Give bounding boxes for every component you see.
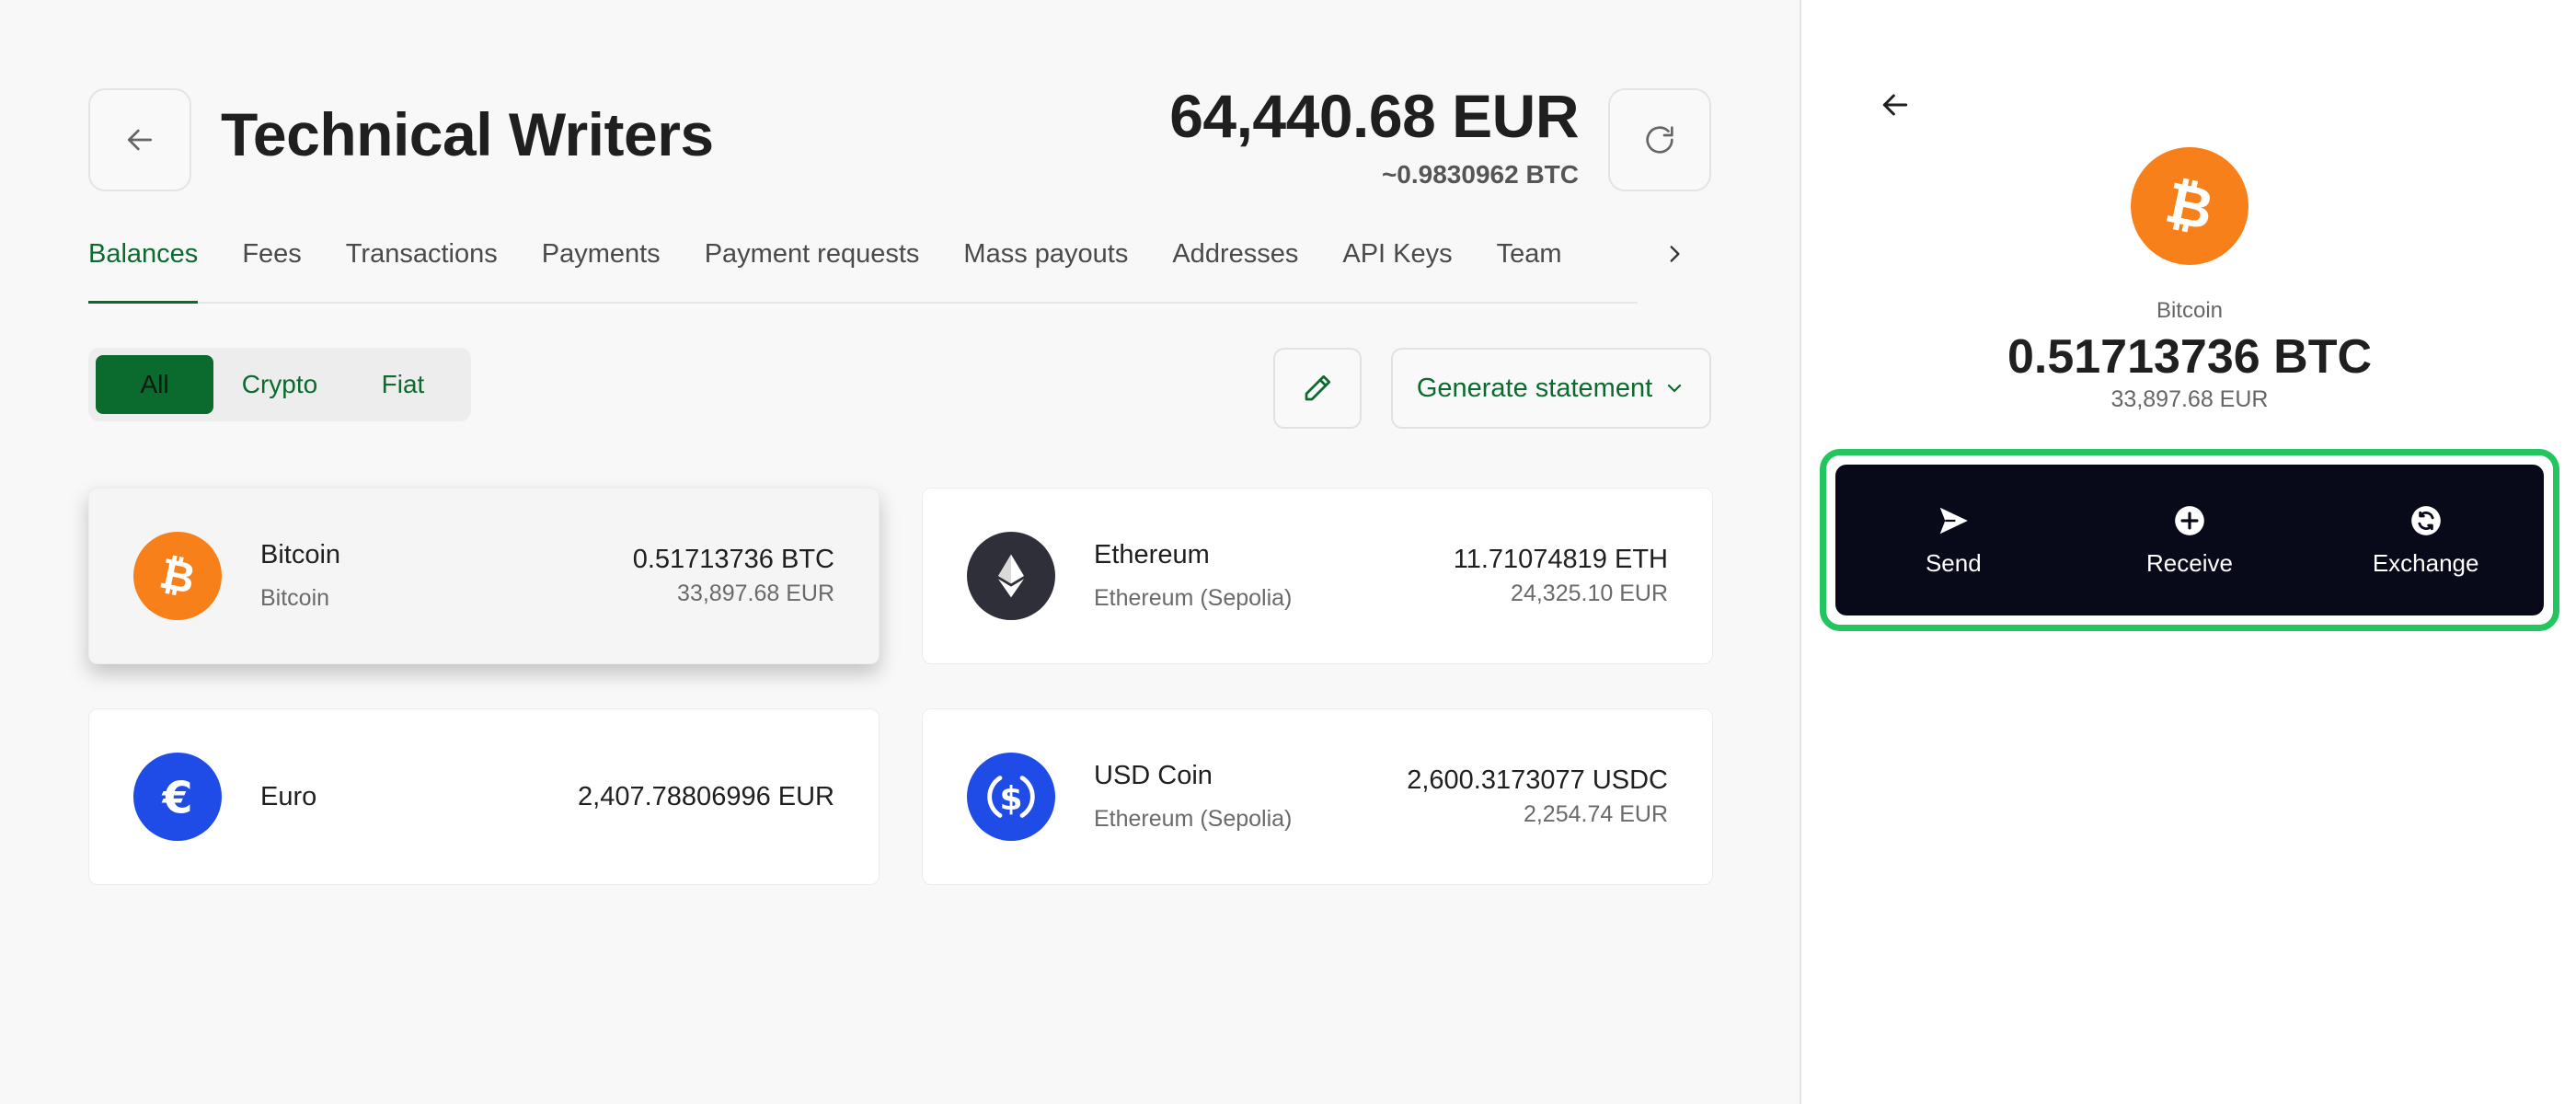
- tab-mass-payouts[interactable]: Mass payouts: [963, 236, 1128, 304]
- action-bar: Send Receive Exchange: [1835, 465, 2544, 615]
- asset-detail-panel: ₿ Bitcoin 0.51713736 BTC 33,897.68 EUR S…: [1800, 0, 2576, 1104]
- back-button[interactable]: [88, 88, 191, 191]
- tab-bar: Balances Fees Transactions Payments Paym…: [88, 236, 1638, 304]
- balance-card-bitcoin[interactable]: ₿ Bitcoin Bitcoin 0.51713736 BTC 33,897.…: [88, 488, 880, 664]
- ethereum-glyph-icon: [998, 554, 1024, 598]
- balance-card-network: Ethereum (Sepolia): [1094, 806, 1293, 832]
- balance-card-name-block: Bitcoin Bitcoin: [260, 540, 633, 612]
- exchange-button[interactable]: Exchange: [2325, 485, 2527, 595]
- tab-fees[interactable]: Fees: [242, 236, 301, 304]
- tab-payments[interactable]: Payments: [542, 236, 661, 304]
- chevron-down-icon: [1668, 384, 1682, 393]
- filter-fiat[interactable]: Fiat: [346, 355, 460, 414]
- bitcoin-glyph-icon: ₿: [2160, 170, 2219, 242]
- tabs-scroll-right-button[interactable]: [1656, 236, 1693, 272]
- balance-card-fiat: 24,325.10 EUR: [1511, 581, 1668, 606]
- asset-filter: All Crypto Fiat: [88, 348, 471, 421]
- balance-card-name: Euro: [260, 781, 317, 811]
- balance-card-name-block: USD Coin Ethereum (Sepolia): [1094, 761, 1407, 833]
- balance-card-amount-block: 11.71074819 ETH 24,325.10 EUR: [1454, 545, 1668, 607]
- panel-asset-name: Bitcoin: [2156, 298, 2224, 323]
- balance-card-usd-coin[interactable]: $ USD Coin Ethereum (Sepolia) 2,600.3173…: [922, 708, 1713, 885]
- balance-card-amount: 2,600.3173077 USDC: [1407, 765, 1668, 795]
- svg-text:₿: ₿: [155, 549, 200, 603]
- panel-asset-fiat: 33,897.68 EUR: [2110, 386, 2269, 412]
- pencil-icon: [1305, 374, 1331, 401]
- bitcoin-icon: ₿: [133, 532, 222, 620]
- refresh-button[interactable]: [1608, 88, 1711, 191]
- generate-statement-button[interactable]: Generate statement: [1391, 348, 1711, 429]
- balance-card-amount-block: 2,407.78806996 EUR: [578, 782, 834, 812]
- svg-text:₿: ₿: [2160, 170, 2219, 242]
- bitcoin-icon: ₿: [2131, 147, 2248, 265]
- total-balance: 64,440.68 EUR ~0.9830962 BTC: [1169, 81, 1579, 190]
- tab-balances[interactable]: Balances: [88, 236, 199, 304]
- panel-back-button[interactable]: [1869, 79, 1921, 131]
- euro-glyph-icon: €: [161, 774, 192, 824]
- send-label: Send: [1925, 548, 1982, 577]
- balance-card-amount-block: 0.51713736 BTC 33,897.68 EUR: [633, 545, 834, 607]
- arrow-left-icon: [128, 129, 152, 151]
- filter-crypto[interactable]: Crypto: [213, 355, 346, 414]
- balance-card-fiat: 33,897.68 EUR: [677, 581, 834, 606]
- balance-card-network: Bitcoin: [260, 585, 330, 611]
- balance-card-fiat: 2,254.74 EUR: [1523, 801, 1668, 827]
- balance-card-amount: 0.51713736 BTC: [632, 545, 834, 574]
- send-button[interactable]: Send: [1852, 485, 2054, 595]
- exchange-icon: [2410, 505, 2441, 535]
- tab-api-keys[interactable]: API Keys: [1342, 236, 1452, 304]
- balance-card-ethereum[interactable]: Ethereum Ethereum (Sepolia) 11.71074819 …: [922, 488, 1713, 664]
- bitcoin-glyph-icon: ₿: [155, 549, 200, 603]
- send-icon: [1940, 507, 1969, 534]
- tab-addresses[interactable]: Addresses: [1172, 236, 1298, 304]
- balance-card-network: Ethereum (Sepolia): [1094, 585, 1293, 611]
- main-content: Technical Writers 64,440.68 EUR ~0.98309…: [0, 0, 1800, 1104]
- page-title: Technical Writers: [221, 100, 714, 168]
- refresh-icon: [1646, 126, 1673, 154]
- balance-card-amount: 2,407.78806996 EUR: [578, 781, 834, 811]
- svg-text:$: $: [999, 780, 1022, 818]
- receive-button[interactable]: Receive: [2088, 485, 2291, 595]
- generate-statement-label: Generate statement: [1416, 373, 1653, 403]
- usdc-icon: $: [967, 753, 1055, 841]
- usdc-glyph-icon: $: [987, 776, 1035, 818]
- total-amount: 64,440.68 EUR: [1169, 82, 1579, 150]
- arrow-left-icon: [1882, 94, 1908, 116]
- ethereum-icon: [967, 532, 1055, 620]
- balance-card-name: Bitcoin: [260, 540, 341, 569]
- chevron-right-icon: [1670, 246, 1680, 262]
- total-btc: ~0.9830962 BTC: [1381, 160, 1579, 189]
- svg-text:€: €: [161, 774, 192, 824]
- panel-asset-amount: 0.51713736 BTC: [2007, 330, 2373, 384]
- balance-card-name-block: Euro: [260, 782, 578, 812]
- balance-card-name: USD Coin: [1094, 761, 1213, 790]
- tab-transactions[interactable]: Transactions: [346, 236, 498, 304]
- balance-card-euro[interactable]: € Euro 2,407.78806996 EUR: [88, 708, 880, 885]
- balance-card-name-block: Ethereum Ethereum (Sepolia): [1094, 540, 1454, 612]
- balance-card-amount: 11.71074819 ETH: [1453, 545, 1668, 574]
- filter-all[interactable]: All: [96, 355, 213, 414]
- balance-card-amount-block: 2,600.3173077 USDC 2,254.74 EUR: [1407, 765, 1668, 828]
- action-bar-highlight: Send Receive Exchange: [1820, 449, 2559, 631]
- exchange-label: Exchange: [2372, 548, 2479, 577]
- euro-icon: €: [133, 753, 222, 841]
- receive-label: Receive: [2146, 548, 2233, 577]
- plus-circle-icon: [2175, 505, 2204, 535]
- balance-card-name: Ethereum: [1094, 540, 1210, 569]
- tab-team[interactable]: Team: [1497, 236, 1562, 304]
- edit-button[interactable]: [1273, 348, 1362, 429]
- tab-payment-requests[interactable]: Payment requests: [705, 236, 920, 304]
